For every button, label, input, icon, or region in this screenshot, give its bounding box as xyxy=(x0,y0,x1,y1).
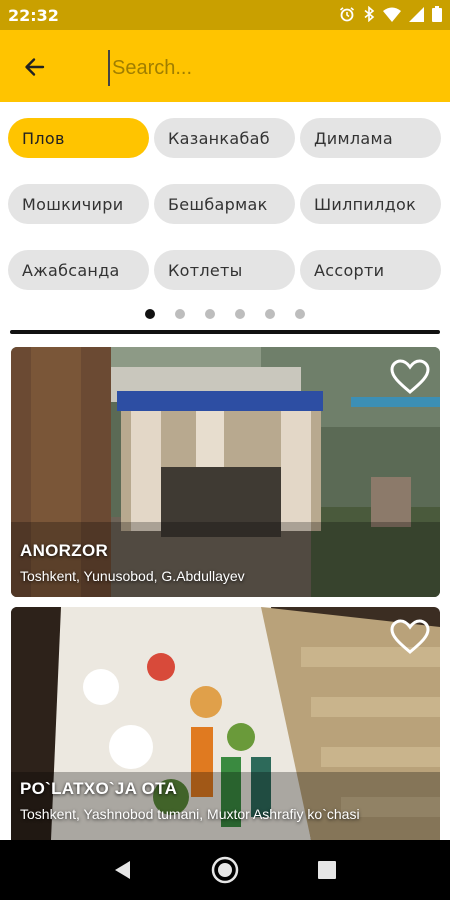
chip-plov[interactable]: Плов xyxy=(8,118,149,158)
category-chips: Плов Казанкабаб Димлама Мошкичири Бешбар… xyxy=(8,118,444,290)
page-dot[interactable] xyxy=(145,309,155,319)
favorite-heart-icon[interactable] xyxy=(390,359,430,395)
chip-beshbarmak[interactable]: Бешбармак xyxy=(154,184,295,224)
page-dot[interactable] xyxy=(235,309,245,319)
page-dot[interactable] xyxy=(295,309,305,319)
divider xyxy=(10,330,440,334)
back-button[interactable] xyxy=(20,52,50,82)
favorite-heart-icon[interactable] xyxy=(390,619,430,655)
wifi-icon xyxy=(383,7,401,22)
nav-back-button[interactable] xyxy=(107,854,139,886)
search-input[interactable] xyxy=(108,50,424,86)
system-nav-bar xyxy=(0,840,450,900)
alarm-icon xyxy=(339,7,355,22)
nav-home-button[interactable] xyxy=(209,854,241,886)
chip-moshkichiri[interactable]: Мошкичири xyxy=(8,184,149,224)
page-dot[interactable] xyxy=(265,309,275,319)
status-bar: 22:32 xyxy=(0,0,450,30)
restaurant-card[interactable]: PO`LATXO`JA OTA Toshkent, Yashnobod tuma… xyxy=(11,607,440,840)
back-triangle-icon xyxy=(115,861,130,879)
chip-assorti[interactable]: Ассорти xyxy=(300,250,441,290)
battery-icon xyxy=(432,6,442,22)
signal-icon xyxy=(409,6,424,22)
chip-kotlety[interactable]: Котлеты xyxy=(154,250,295,290)
app-bar xyxy=(0,30,450,102)
chip-kazankabab[interactable]: Казанкабаб xyxy=(154,118,295,158)
chip-dimlama[interactable]: Димлама xyxy=(300,118,441,158)
status-icons xyxy=(339,6,442,22)
restaurant-address: Toshkent, Yunusobod, G.Abdullayev xyxy=(20,568,245,584)
arrow-left-icon xyxy=(25,58,45,76)
status-time: 22:32 xyxy=(8,6,59,25)
page-dot[interactable] xyxy=(175,309,185,319)
chip-shilpildok[interactable]: Шилпилдок xyxy=(300,184,441,224)
page-indicator xyxy=(0,309,450,319)
home-circle-icon xyxy=(211,856,239,884)
page-dot[interactable] xyxy=(205,309,215,319)
restaurant-address: Toshkent, Yashnobod tumani, Muxtor Ashra… xyxy=(20,806,360,822)
restaurant-name: ANORZOR xyxy=(20,541,109,560)
chip-ajabsanda[interactable]: Ажабсанда xyxy=(8,250,149,290)
restaurant-name: PO`LATXO`JA OTA xyxy=(20,779,178,798)
bluetooth-icon xyxy=(364,6,375,22)
restaurant-card[interactable]: ANORZOR Toshkent, Yunusobod, G.Abdullaye… xyxy=(11,347,440,597)
nav-recents-button[interactable] xyxy=(311,854,343,886)
recents-square-icon xyxy=(318,861,336,879)
